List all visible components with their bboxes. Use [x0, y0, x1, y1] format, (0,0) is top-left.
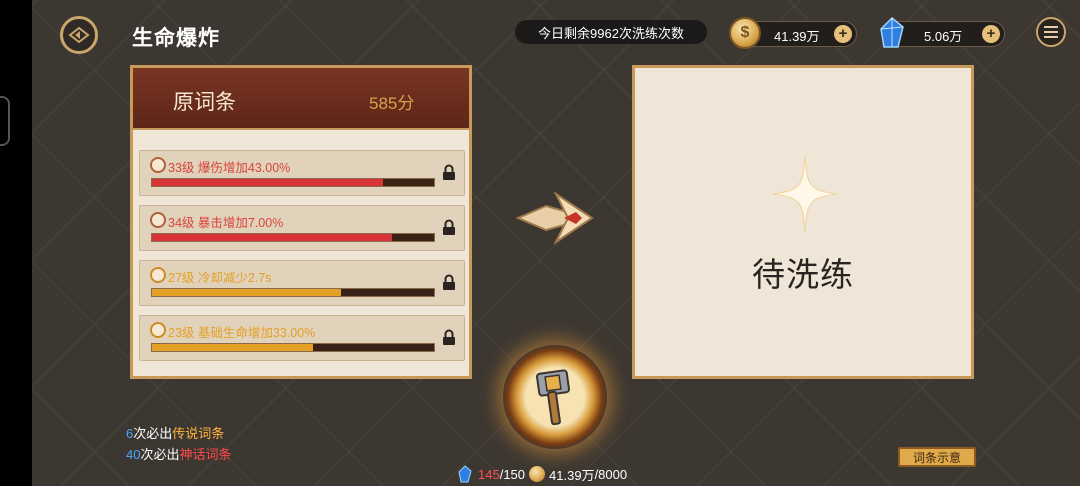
- menu-line-icon: [1044, 31, 1058, 33]
- pending-refine-label: 待洗练: [752, 256, 854, 293]
- original-affix-panel: 原词条 585分 33级 爆伤增加43.00% 34级 暴击增加7.00% 27级 …: [130, 65, 472, 379]
- affix-progress-bar: [151, 343, 435, 352]
- original-panel-header: 原词条 585分: [133, 68, 469, 130]
- page-title: 生命爆炸: [132, 27, 220, 50]
- affix-progress-fill: [152, 179, 384, 186]
- affix-progress-fill: [152, 289, 341, 296]
- gem-cost-current: 145: [478, 466, 500, 482]
- back-arrow-icon: [68, 26, 90, 44]
- original-score: 585分: [369, 94, 415, 113]
- screen-edge: [0, 0, 32, 486]
- affix-row: 23级 基础生命增加33.00%: [139, 315, 465, 361]
- sparkle-icon: [773, 156, 837, 232]
- menu-line-icon: [1044, 36, 1058, 38]
- gold-cost-current: 41.39万: [549, 467, 595, 483]
- arrow-right-icon: [516, 191, 594, 245]
- hammer-icon: [536, 369, 570, 426]
- lock-icon[interactable]: [442, 329, 456, 346]
- myth-affix-name: 神话词条: [179, 447, 232, 462]
- myth-count: 40: [126, 447, 141, 462]
- lock-icon[interactable]: [442, 219, 456, 236]
- affix-type-icon: [150, 157, 166, 173]
- legend-affix-name: 传说词条: [172, 426, 225, 441]
- refine-remaining: 今日剩余9962次洗练次数: [515, 20, 707, 44]
- affix-text: 23级 基础生命增加33.00%: [168, 326, 316, 340]
- affix-text: 27级 冷却减少2.7s: [168, 271, 272, 285]
- affix-progress-fill: [152, 234, 392, 241]
- add-gem-button[interactable]: +: [982, 25, 1000, 43]
- myth-prefix: 次必出: [140, 447, 180, 462]
- affix-progress-bar: [151, 233, 435, 242]
- small-coin-icon: [529, 466, 546, 482]
- affix-row: 27级 冷却减少2.7s: [139, 260, 465, 306]
- affix-progress-fill: [152, 344, 313, 351]
- affix-text: 33级 爆伤增加43.00%: [168, 161, 291, 175]
- affix-progress-bar: [151, 288, 435, 297]
- gold-cost-required: /8000: [594, 466, 628, 482]
- legend-prefix: 次必出: [133, 426, 173, 441]
- menu-line-icon: [1044, 26, 1058, 28]
- lock-icon[interactable]: [442, 274, 456, 291]
- affix-type-icon: [150, 212, 166, 228]
- legend-guarantee: 6次必出传说词条: [126, 423, 224, 442]
- affix-row: 34级 暴击增加7.00%: [139, 205, 465, 251]
- gem-amount: 5.06万: [924, 29, 963, 44]
- affix-type-icon: [150, 267, 166, 283]
- myth-guarantee: 40次必出神话词条: [126, 444, 232, 463]
- new-affix-panel: 待洗练: [632, 65, 974, 379]
- gem-cost-max: /150: [499, 466, 526, 482]
- refine-hammer-button[interactable]: [503, 345, 607, 449]
- back-button[interactable]: [60, 16, 98, 54]
- affix-preview-button[interactable]: 词条示意: [898, 447, 976, 467]
- gold-amount: 41.39万: [774, 29, 820, 44]
- affix-text: 34级 暴击增加7.00%: [168, 216, 284, 230]
- original-heading: 原词条: [173, 91, 236, 114]
- menu-button[interactable]: [1036, 17, 1066, 47]
- affix-progress-bar: [151, 178, 435, 187]
- edge-notch: [0, 96, 10, 146]
- small-crystal-icon: [458, 465, 472, 483]
- lock-icon[interactable]: [442, 164, 456, 181]
- add-gold-button[interactable]: +: [834, 25, 852, 43]
- gold-coin-icon: [729, 17, 761, 49]
- affix-type-icon: [150, 322, 166, 338]
- affix-row: 33级 爆伤增加43.00%: [139, 150, 465, 196]
- refine-cost: 145 /150 41.39万 /8000: [458, 464, 627, 484]
- blue-crystal-icon: [880, 17, 904, 48]
